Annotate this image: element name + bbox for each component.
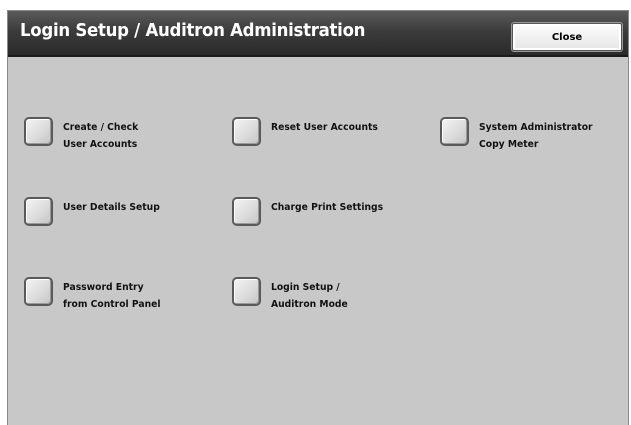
reset-user-accounts-label: Reset User Accounts bbox=[271, 122, 378, 133]
create-check-user-accounts-label: Create / Check User Accounts bbox=[63, 122, 139, 150]
charge-print-settings-checkbox[interactable] bbox=[232, 197, 261, 226]
user-details-setup-checkbox[interactable] bbox=[24, 197, 53, 226]
password-entry-button[interactable]: Password Entry from Control Panel bbox=[24, 277, 169, 313]
charge-print-settings-button[interactable]: Charge Print Settings bbox=[232, 197, 393, 226]
user-details-setup-button[interactable]: User Details Setup bbox=[24, 197, 168, 226]
user-details-setup-label: User Details Setup bbox=[63, 202, 160, 213]
close-button[interactable]: Close bbox=[512, 23, 622, 51]
create-check-user-accounts-checkbox[interactable] bbox=[24, 117, 53, 146]
system-administrator-copy-meter-checkbox[interactable] bbox=[440, 117, 469, 146]
system-administrator-copy-meter-button[interactable]: System Administrator Copy Meter bbox=[440, 117, 602, 153]
charge-print-settings-label: Charge Print Settings bbox=[271, 202, 384, 213]
reset-user-accounts-checkbox[interactable] bbox=[232, 117, 261, 146]
page-title: Login Setup / Auditron Administration bbox=[20, 20, 366, 41]
login-setup-screen: Login Setup / Auditron Administration Cl… bbox=[7, 10, 629, 425]
login-setup-auditron-mode-checkbox[interactable] bbox=[232, 277, 261, 306]
password-entry-label: Password Entry from Control Panel bbox=[63, 282, 161, 310]
login-setup-auditron-mode-button[interactable]: Login Setup / Auditron Mode bbox=[232, 277, 354, 313]
password-entry-checkbox[interactable] bbox=[24, 277, 53, 306]
login-setup-auditron-mode-label: Login Setup / Auditron Mode bbox=[271, 282, 348, 310]
system-administrator-copy-meter-label: System Administrator Copy Meter bbox=[479, 122, 593, 150]
title-bar: Login Setup / Auditron Administration Cl… bbox=[8, 11, 628, 57]
reset-user-accounts-button[interactable]: Reset User Accounts bbox=[232, 117, 387, 146]
create-check-user-accounts-button[interactable]: Create / Check User Accounts bbox=[24, 117, 145, 153]
